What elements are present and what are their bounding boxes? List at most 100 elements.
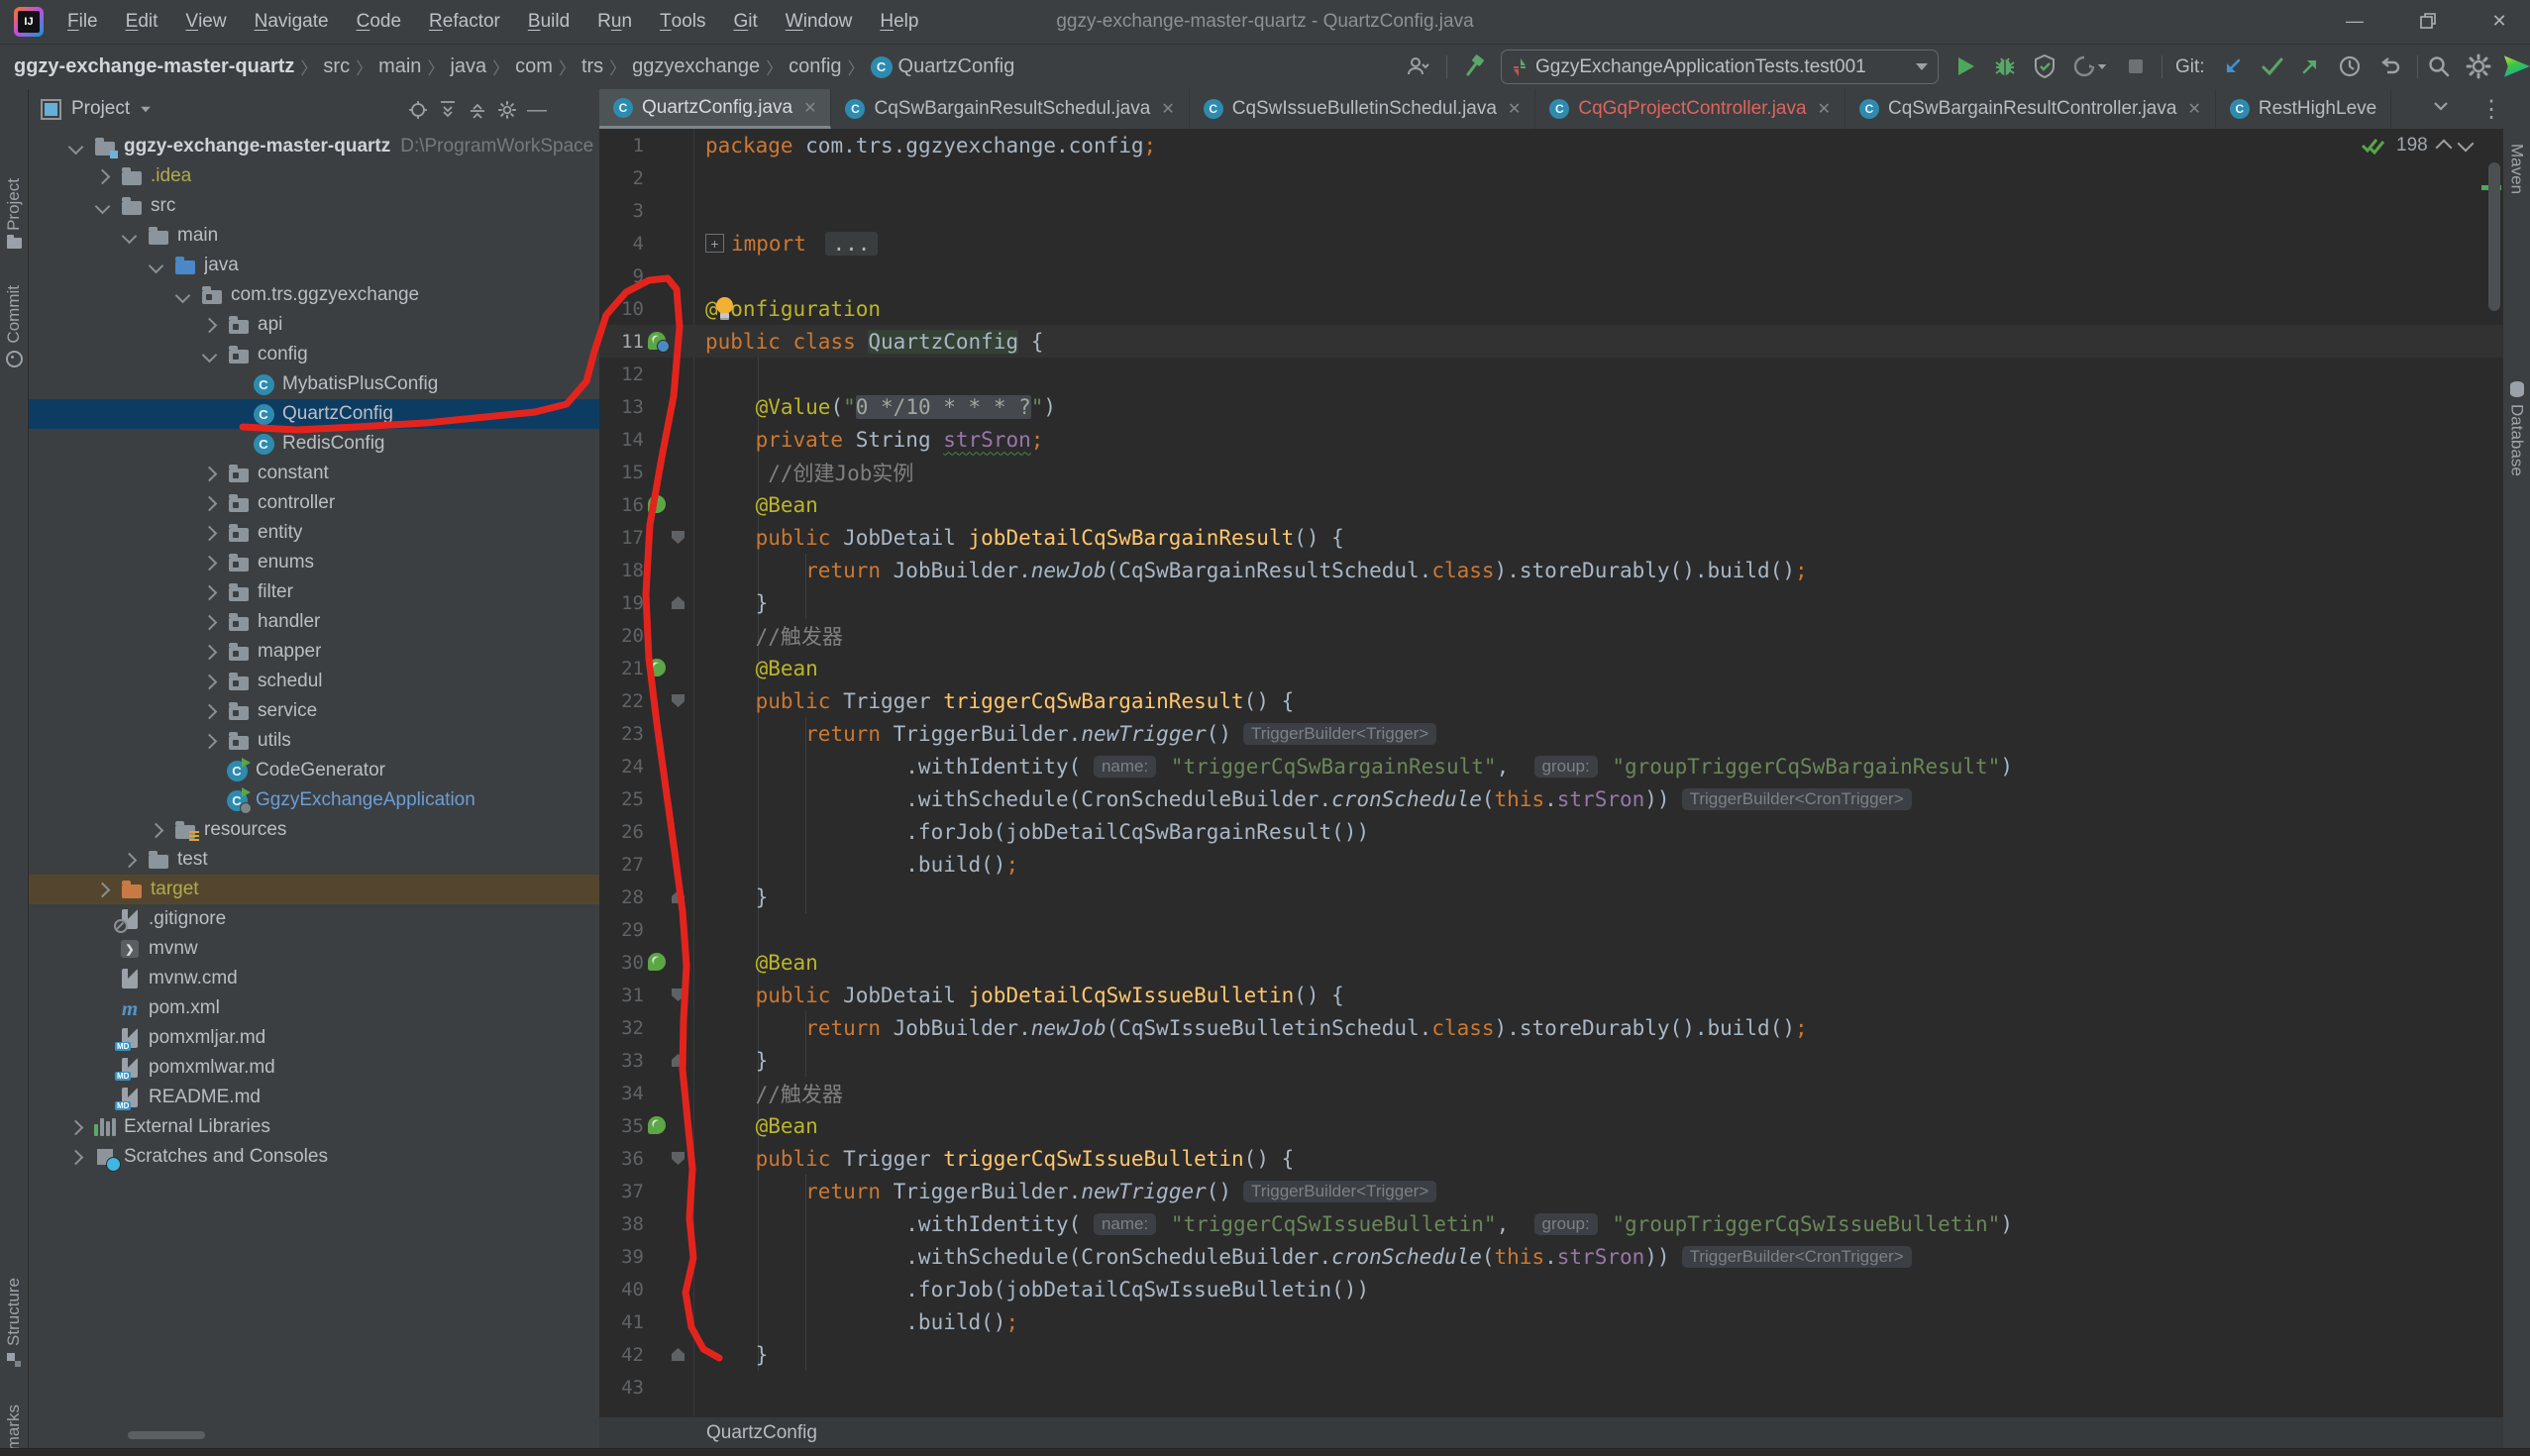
chevron-right-icon[interactable] <box>95 168 111 184</box>
tree-item-target[interactable]: target <box>29 875 599 904</box>
menu-file[interactable]: File <box>53 0 112 44</box>
code-line-38[interactable]: 38 .withIdentity( name: "triggerCqSwIssu… <box>599 1207 2503 1240</box>
tree-item-src[interactable]: src <box>29 191 599 221</box>
tree-item-GgzyExchangeApplication[interactable]: CGgzyExchangeApplication <box>29 785 599 815</box>
code-line-40[interactable]: 40 .forJob(jobDetailCqSwIssueBulletin()) <box>599 1273 2503 1305</box>
tree-item-handler[interactable]: handler <box>29 607 599 637</box>
breadcrumb-item[interactable]: ggzy-exchange-master-quartz <box>14 55 294 78</box>
line-number[interactable]: 23 <box>599 717 644 750</box>
fold-marker-icon[interactable] <box>672 1152 685 1165</box>
code-line-30[interactable]: 30 @Bean <box>599 946 2503 979</box>
prev-problem-icon[interactable] <box>2435 140 2452 156</box>
line-number[interactable]: 22 <box>599 684 644 717</box>
tree-item-api[interactable]: api <box>29 310 599 340</box>
minimize-icon[interactable]: — <box>2324 0 2385 42</box>
collapse-all-icon[interactable] <box>463 99 492 121</box>
toolbox-icon[interactable] <box>2504 52 2530 80</box>
line-number[interactable]: 30 <box>599 946 644 979</box>
spring-bean-icon[interactable] <box>648 953 666 971</box>
tree-item-RedisConfig[interactable]: CRedisConfig <box>29 429 599 459</box>
line-number[interactable]: 35 <box>599 1109 644 1142</box>
chevron-right-icon[interactable] <box>202 495 218 511</box>
line-number[interactable]: 16 <box>599 488 644 521</box>
code-line-43[interactable]: 43 <box>599 1371 2503 1404</box>
menu-tools[interactable]: Tools <box>646 0 719 44</box>
editor-scrollbar[interactable] <box>2488 162 2500 311</box>
line-number[interactable]: 20 <box>599 619 644 652</box>
line-number[interactable]: 17 <box>599 521 644 554</box>
line-number[interactable]: 14 <box>599 423 644 456</box>
chevron-right-icon[interactable] <box>202 644 218 660</box>
line-number[interactable]: 25 <box>599 782 644 815</box>
code-line-39[interactable]: 39 .withSchedule(CronScheduleBuilder.cro… <box>599 1240 2503 1273</box>
code-line-32[interactable]: 32 return JobBuilder.newJob(CqSwIssueBul… <box>599 1011 2503 1044</box>
breadcrumb-item[interactable]: QuartzConfig <box>898 55 1015 78</box>
tree-item-schedul[interactable]: schedul <box>29 667 599 696</box>
tree-item-entity[interactable]: entity <box>29 518 599 548</box>
fold-marker-icon[interactable] <box>672 596 685 609</box>
menu-help[interactable]: Help <box>866 0 932 44</box>
user-icon[interactable] <box>1402 51 1433 82</box>
inspections-widget[interactable]: 198 <box>2361 135 2472 156</box>
tree-item-MybatisPlusConfig[interactable]: CMybatisPlusConfig <box>29 369 599 399</box>
line-number[interactable]: 37 <box>599 1175 644 1207</box>
locate-file-icon[interactable] <box>403 99 433 121</box>
tab-CqSwIssueBulletinSchedul.java[interactable]: CCqSwIssueBulletinSchedul.java✕ <box>1190 89 1536 129</box>
chevron-down-icon[interactable] <box>68 139 84 155</box>
line-number[interactable]: 11 <box>599 325 644 358</box>
line-number[interactable]: 29 <box>599 913 644 946</box>
stripe-tab-maven[interactable]: Maven <box>2503 144 2530 194</box>
menu-view[interactable]: View <box>171 0 240 44</box>
tree-item-mapper[interactable]: mapper <box>29 637 599 667</box>
tree-item-pom.xml[interactable]: mpom.xml <box>29 993 599 1023</box>
tree-item-.gitignore[interactable]: .gitignore <box>29 904 599 934</box>
code-line-29[interactable]: 29 <box>599 913 2503 946</box>
breadcrumb-item[interactable]: main <box>378 55 421 78</box>
tree-item-service[interactable]: service <box>29 696 599 726</box>
git-push-icon[interactable] <box>2294 51 2326 82</box>
line-number[interactable]: 31 <box>599 979 644 1011</box>
tree-item-enums[interactable]: enums <box>29 548 599 577</box>
line-number[interactable]: 15 <box>599 456 644 488</box>
hide-panel-icon[interactable]: — <box>522 99 552 121</box>
settings-icon[interactable] <box>2463 51 2494 82</box>
tree-item-controller[interactable]: controller <box>29 488 599 518</box>
chevron-right-icon[interactable] <box>202 703 218 719</box>
tree-item-QuartzConfig[interactable]: CQuartzConfig <box>29 399 599 429</box>
code-line-20[interactable]: 20 //触发器 <box>599 619 2503 652</box>
stripe-tab-commit[interactable]: Commit <box>0 285 28 367</box>
spring-bean-icon[interactable] <box>648 332 666 350</box>
tree-item-java[interactable]: java <box>29 251 599 280</box>
restore-icon[interactable] <box>2397 0 2459 42</box>
code-line-25[interactable]: 25 .withSchedule(CronScheduleBuilder.cro… <box>599 782 2503 815</box>
code-line-10[interactable]: 10@Configuration <box>599 292 2503 325</box>
tree-item-mvnw.cmd[interactable]: mvnw.cmd <box>29 964 599 993</box>
chevron-right-icon[interactable] <box>68 1119 84 1135</box>
code-editor[interactable]: 1package com.trs.ggzyexchange.config; 23 4… <box>599 129 2503 1416</box>
code-line-41[interactable]: 41 .build(); <box>599 1305 2503 1338</box>
tree-item-CodeGenerator[interactable]: CCodeGenerator <box>29 756 599 785</box>
chevron-down-icon[interactable] <box>202 347 218 363</box>
line-number[interactable]: 21 <box>599 652 644 684</box>
menu-build[interactable]: Build <box>514 0 583 44</box>
code-line-42[interactable]: 42 } <box>599 1338 2503 1371</box>
code-line-12[interactable]: 12 <box>599 358 2503 390</box>
build-icon[interactable] <box>1460 51 1492 82</box>
line-number[interactable]: 33 <box>599 1044 644 1077</box>
code-line-1[interactable]: 1package com.trs.ggzyexchange.config; <box>599 129 2503 161</box>
tree-item-pomxmljar.md[interactable]: MDpomxmljar.md <box>29 1023 599 1053</box>
line-number[interactable]: 2 <box>599 161 644 194</box>
code-line-16[interactable]: 16 @Bean <box>599 488 2503 521</box>
code-line-36[interactable]: 36 public Trigger triggerCqSwIssueBullet… <box>599 1142 2503 1175</box>
history-icon[interactable] <box>2334 51 2366 82</box>
chevron-down-icon[interactable] <box>175 287 191 303</box>
line-number[interactable]: 1 <box>599 129 644 161</box>
tree-item-test[interactable]: test <box>29 845 599 875</box>
git-update-icon[interactable] <box>2217 51 2249 82</box>
fold-expand-icon[interactable]: + <box>705 234 724 253</box>
horizontal-scrollbar[interactable] <box>128 1431 205 1439</box>
stripe-tab-project[interactable]: Project <box>0 178 28 249</box>
close-icon[interactable]: ✕ <box>803 98 816 118</box>
chevron-right-icon[interactable] <box>202 584 218 600</box>
stripe-tab-database[interactable]: Database <box>2503 381 2530 476</box>
